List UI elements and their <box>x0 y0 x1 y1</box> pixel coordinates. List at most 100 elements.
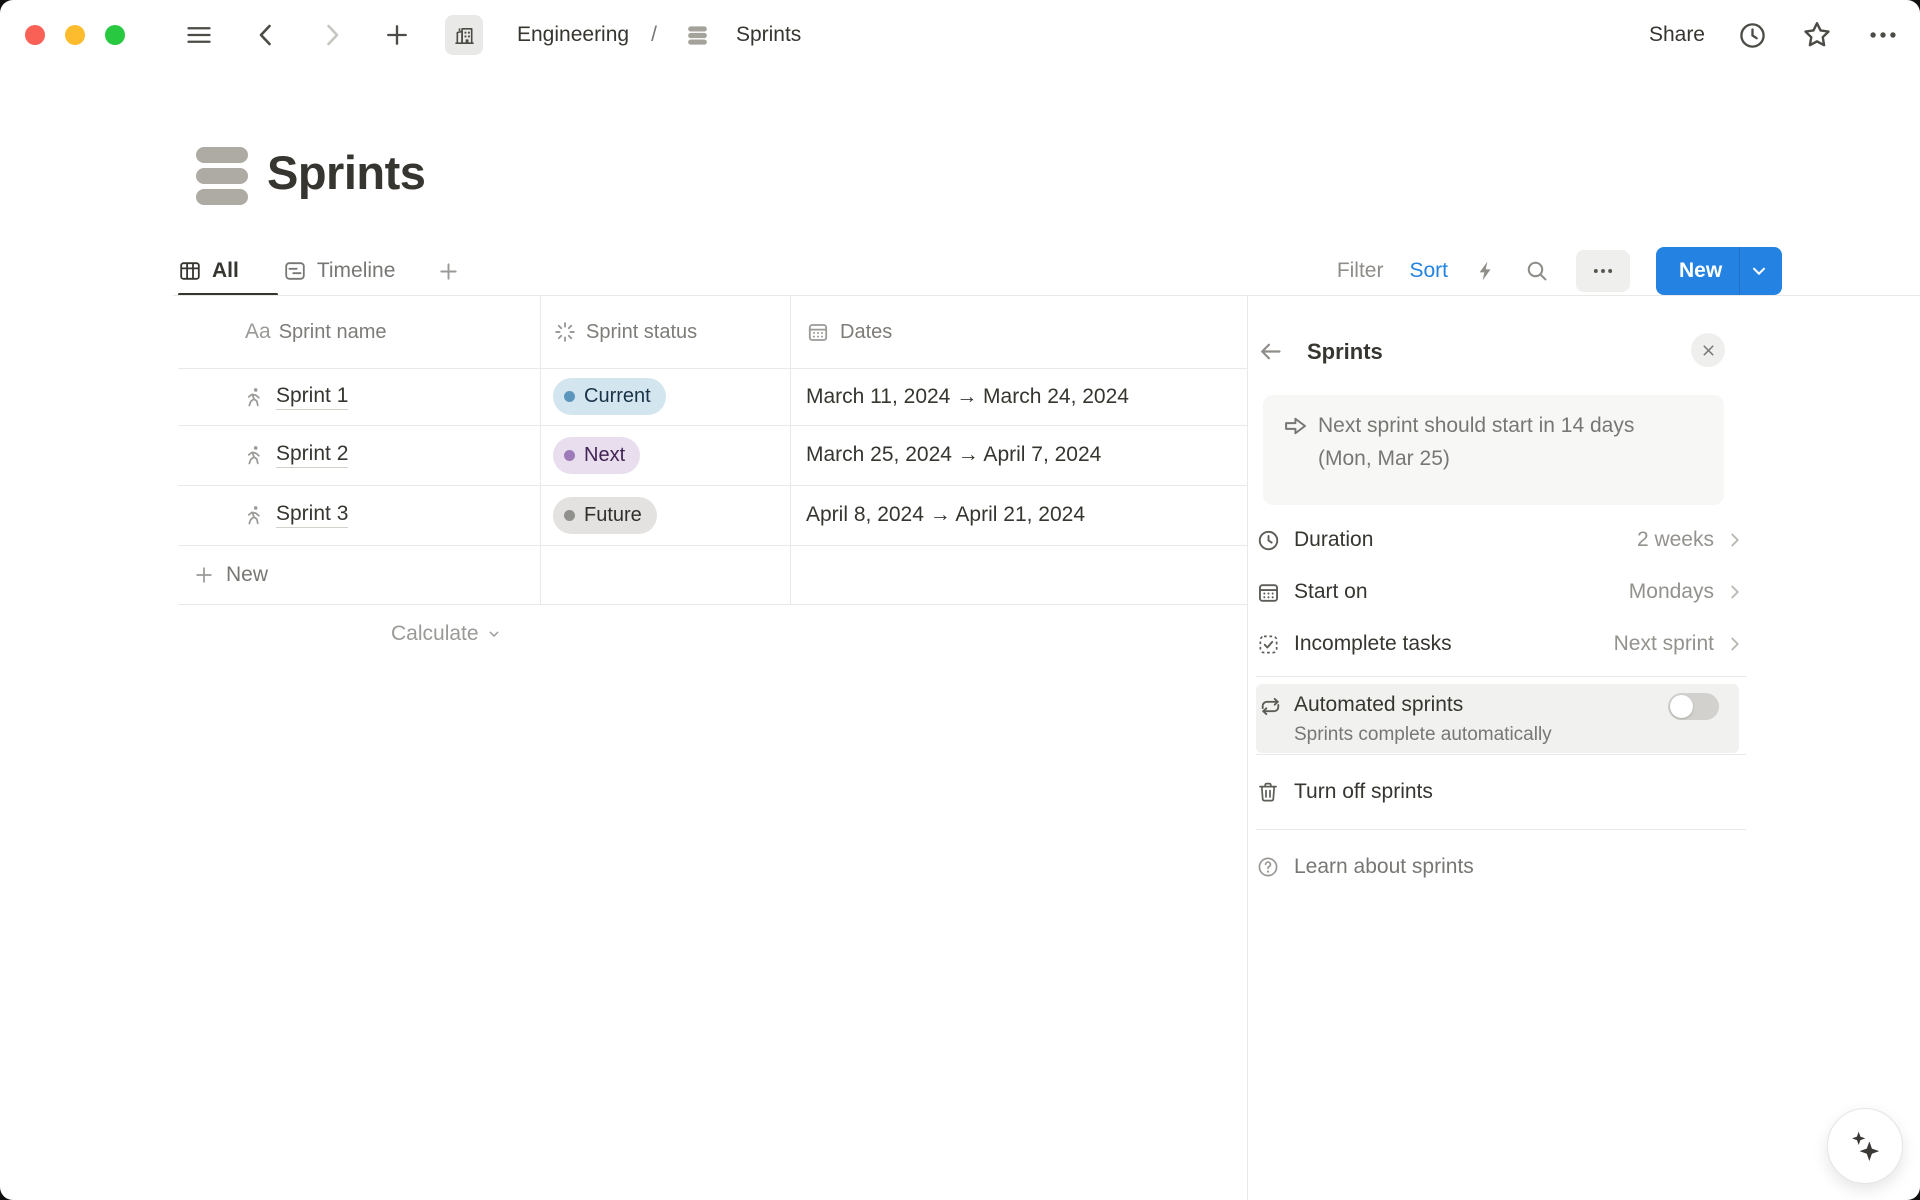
panel-divider <box>1256 754 1746 755</box>
breadcrumb-page[interactable]: Sprints <box>736 23 801 47</box>
column-header-sprint-name[interactable]: Aa Sprint name <box>178 320 540 344</box>
panel-back-icon[interactable] <box>1257 338 1284 365</box>
status-label: Future <box>584 504 642 527</box>
automated-sprints-row[interactable]: Automated sprints Sprints complete autom… <box>1256 684 1739 753</box>
sprint-name-link[interactable]: Sprint 2 <box>276 442 348 468</box>
table-line <box>178 425 1247 426</box>
notice-line2: (Mon, Mar 25) <box>1318 442 1634 475</box>
traffic-close-button[interactable] <box>25 25 45 45</box>
column-header-sprint-status[interactable]: Sprint status <box>540 320 790 344</box>
add-view-icon[interactable] <box>437 260 460 283</box>
page-database-icon[interactable] <box>196 147 248 205</box>
new-button-divider <box>1739 247 1740 295</box>
dates-cell[interactable]: March 25, 2024 → April 7, 2024 <box>806 443 1101 467</box>
chevron-down-icon[interactable] <box>1748 260 1770 282</box>
sort-button[interactable]: Sort <box>1409 259 1448 283</box>
clock-updates-icon[interactable] <box>1737 20 1768 51</box>
breadcrumb-separator: / <box>651 23 657 47</box>
column-label: Sprint status <box>586 321 697 344</box>
filter-button[interactable]: Filter <box>1337 259 1384 283</box>
search-icon[interactable] <box>1524 258 1550 284</box>
notion-window: Engineering / Sprints Share Sprints All … <box>0 0 1920 1200</box>
notice-line1: Next sprint should start in 14 days <box>1318 409 1634 442</box>
calculate-button[interactable]: Calculate <box>391 622 502 646</box>
trash-icon <box>1256 780 1280 804</box>
sprint-name-cell[interactable]: Sprint 2 <box>178 442 540 468</box>
column-divider[interactable] <box>790 296 791 604</box>
workspace-icon[interactable] <box>445 15 483 55</box>
ellipsis-icon <box>1590 258 1616 284</box>
arrow-right-outline-icon <box>1282 412 1310 440</box>
panel-title: Sprints <box>1307 339 1383 365</box>
sidebar-menu-icon[interactable] <box>185 21 213 49</box>
table-line <box>178 485 1247 486</box>
new-record-button[interactable]: New <box>1656 247 1782 295</box>
add-row-button[interactable]: New <box>178 545 1247 604</box>
setting-label: Duration <box>1294 528 1373 552</box>
table-line <box>178 368 1247 369</box>
turn-off-sprints-label: Turn off sprints <box>1294 780 1433 804</box>
column-label: Dates <box>840 321 892 344</box>
calendar-icon <box>806 320 830 344</box>
favorite-star-icon[interactable] <box>1800 18 1834 52</box>
panel-divider <box>1256 829 1746 830</box>
traffic-minimize-button[interactable] <box>65 25 85 45</box>
column-header-dates[interactable]: Dates <box>790 320 1247 344</box>
ai-assistant-button[interactable] <box>1827 1108 1903 1184</box>
table-line <box>178 604 1247 605</box>
tab-all[interactable]: All <box>178 259 239 283</box>
view-options-button[interactable] <box>1576 250 1630 292</box>
repeat-icon <box>1258 694 1283 719</box>
add-row-label: New <box>226 563 268 587</box>
dates-cell[interactable]: March 11, 2024 → March 24, 2024 <box>806 385 1129 409</box>
status-pill[interactable]: Future <box>553 497 657 534</box>
chevron-down-icon <box>486 626 502 642</box>
text-type-icon: Aa <box>245 320 271 344</box>
table-row: Sprint 2 Next March 25, 2024 → April 7, … <box>178 425 1247 485</box>
more-options-icon[interactable] <box>1866 18 1900 52</box>
sprint-name-cell[interactable]: Sprint 3 <box>178 502 540 528</box>
learn-about-sprints-row[interactable]: Learn about sprints <box>1256 842 1474 892</box>
setting-row-duration[interactable]: Duration 2 weeks <box>1256 514 1746 566</box>
table-line <box>178 545 1247 546</box>
runner-icon <box>243 444 265 466</box>
runner-icon <box>243 386 265 408</box>
next-sprint-notice: Next sprint should start in 14 days (Mon… <box>1263 395 1724 505</box>
sprint-name-link[interactable]: Sprint 1 <box>276 384 348 410</box>
new-page-icon[interactable] <box>383 21 411 49</box>
sprint-name-cell[interactable]: Sprint 1 <box>178 384 540 410</box>
automations-bolt-icon[interactable] <box>1474 259 1498 283</box>
calendar-icon <box>1256 580 1281 605</box>
tab-timeline-label: Timeline <box>317 259 396 283</box>
status-dot <box>564 450 575 461</box>
view-toolbar: Filter Sort New <box>1337 246 1782 296</box>
status-dot <box>564 391 575 402</box>
panel-close-button[interactable] <box>1691 333 1725 367</box>
setting-row-start-on[interactable]: Start on Mondays <box>1256 566 1746 618</box>
calculate-label: Calculate <box>391 622 479 646</box>
history-forward-icon[interactable] <box>317 20 347 50</box>
chevron-right-icon <box>1724 529 1746 551</box>
share-button[interactable]: Share <box>1649 23 1705 47</box>
sprint-name-link[interactable]: Sprint 3 <box>276 502 348 528</box>
turn-off-sprints-row[interactable]: Turn off sprints <box>1256 767 1433 817</box>
status-pill[interactable]: Current <box>553 378 666 415</box>
building-icon <box>453 24 476 47</box>
database-icon <box>685 23 710 48</box>
dates-cell[interactable]: April 8, 2024 → April 21, 2024 <box>806 503 1085 527</box>
new-record-label: New <box>1656 259 1722 283</box>
setting-row-incomplete-tasks[interactable]: Incomplete tasks Next sprint <box>1256 618 1746 670</box>
traffic-zoom-button[interactable] <box>105 25 125 45</box>
chevron-right-icon <box>1724 581 1746 603</box>
automated-sprints-toggle[interactable] <box>1668 693 1719 720</box>
plus-icon <box>193 564 215 586</box>
history-back-icon[interactable] <box>251 20 281 50</box>
status-pill[interactable]: Next <box>553 437 640 474</box>
sparkles-icon <box>1845 1126 1885 1166</box>
breadcrumb-workspace[interactable]: Engineering <box>517 23 629 47</box>
tab-timeline[interactable]: Timeline <box>283 259 396 283</box>
clock-icon <box>1256 528 1281 553</box>
view-tabs: All Timeline <box>178 246 460 296</box>
column-divider[interactable] <box>540 296 541 604</box>
timeline-view-icon <box>283 259 307 283</box>
